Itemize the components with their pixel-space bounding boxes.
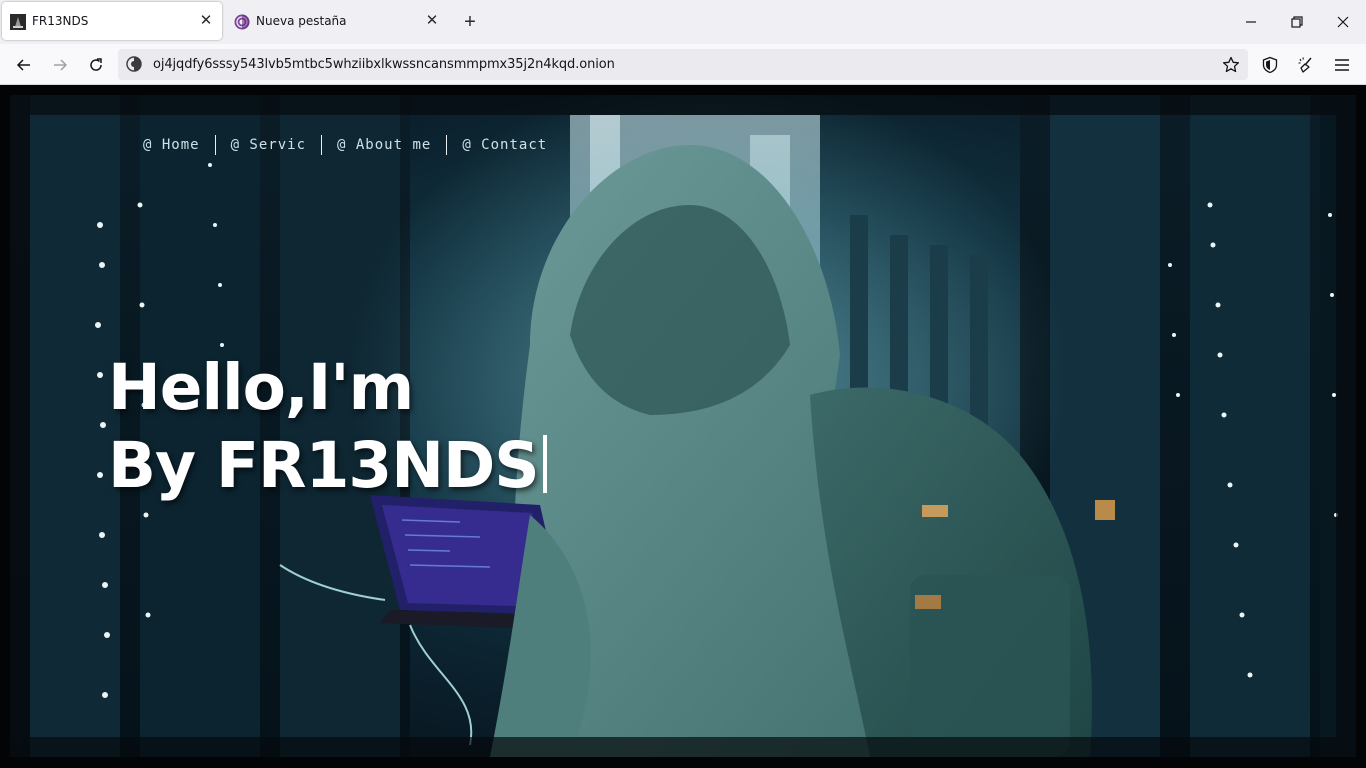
bookmark-star-icon[interactable] bbox=[1217, 51, 1245, 79]
reload-button[interactable] bbox=[82, 51, 110, 79]
site-favicon-icon bbox=[10, 14, 26, 30]
nav-contact-link[interactable]: @ Contact bbox=[447, 137, 562, 153]
forward-button[interactable] bbox=[46, 51, 74, 79]
nav-about-link[interactable]: @ About me bbox=[322, 137, 446, 153]
hero-headline: Hello,I'm By FR13NDS bbox=[108, 349, 547, 505]
nav-services-link[interactable]: @ Servic bbox=[216, 137, 321, 153]
headline-line-2: By FR13NDS bbox=[108, 427, 547, 505]
headline-name: By FR13NDS bbox=[108, 429, 540, 502]
web-page: @ Home @ Servic @ About me @ Contact Hel… bbox=[0, 85, 1366, 768]
hero-section: @ Home @ Servic @ About me @ Contact Hel… bbox=[10, 95, 1356, 757]
url-text: oj4jqdfy6sssy543lvb5mtbc5whziibxlkwssnca… bbox=[153, 57, 615, 72]
tor-onion-icon bbox=[234, 14, 250, 30]
tab-nueva-pestana[interactable]: Nueva pestaña ✕ bbox=[226, 2, 448, 40]
tab-bar: FR13NDS ✕ Nueva pestaña ✕ + bbox=[0, 0, 1366, 44]
site-nav-menu: @ Home @ Servic @ About me @ Contact bbox=[128, 135, 562, 155]
tab-title: FR13NDS bbox=[32, 14, 89, 28]
close-tab-icon[interactable]: ✕ bbox=[196, 10, 216, 30]
back-button[interactable] bbox=[10, 51, 38, 79]
typing-cursor bbox=[542, 435, 547, 493]
menu-hamburger-icon[interactable] bbox=[1328, 51, 1356, 79]
minimize-button[interactable] bbox=[1236, 8, 1266, 36]
navigation-toolbar: oj4jqdfy6sssy543lvb5mtbc5whziibxlkwssnca… bbox=[0, 44, 1366, 85]
close-tab-icon[interactable]: ✕ bbox=[422, 10, 442, 30]
tab-fr13nds[interactable]: FR13NDS ✕ bbox=[2, 2, 222, 40]
headline-line-1: Hello,I'm bbox=[108, 351, 414, 424]
tab-title: Nueva pestaña bbox=[256, 14, 347, 28]
security-shield-icon[interactable] bbox=[1256, 51, 1284, 79]
address-bar[interactable]: oj4jqdfy6sssy543lvb5mtbc5whziibxlkwssnca… bbox=[118, 49, 1248, 80]
nav-home-link[interactable]: @ Home bbox=[128, 137, 215, 153]
restore-button[interactable] bbox=[1282, 8, 1312, 36]
onion-site-icon[interactable] bbox=[126, 56, 142, 72]
new-tab-button[interactable]: + bbox=[458, 10, 482, 34]
new-identity-broom-icon[interactable] bbox=[1292, 51, 1320, 79]
close-window-button[interactable] bbox=[1328, 8, 1358, 36]
